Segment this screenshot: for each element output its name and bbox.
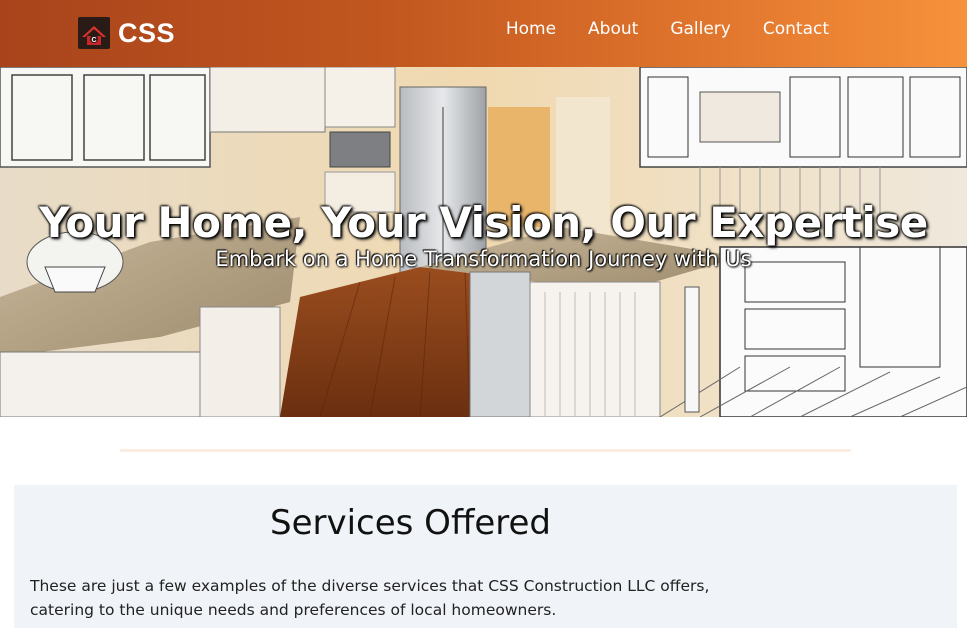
hero-banner: Your Home, Your Vision, Our Expertise Em… [0, 67, 967, 417]
nav-gallery-link[interactable]: Gallery [670, 17, 731, 41]
main-nav: Home About Gallery Contact [474, 17, 829, 41]
brand-name: CSS [118, 18, 176, 48]
services-description: These are just a few examples of the div… [30, 577, 710, 619]
navbar: C CSS Home About Gallery Contact [0, 0, 967, 67]
nav-home-link[interactable]: Home [506, 17, 556, 41]
nav-contact-link[interactable]: Contact [763, 17, 829, 41]
hero-subtitle: Embark on a Home Transformation Journey … [215, 247, 752, 271]
hero-title: Your Home, Your Vision, Our Expertise [39, 198, 928, 247]
logo[interactable]: C CSS [78, 17, 175, 49]
services-section: Services Offered These are just a few ex… [14, 485, 957, 628]
services-heading: Services Offered [270, 503, 552, 543]
section-divider [120, 449, 851, 452]
logo-icon: C [78, 17, 110, 49]
nav-about-link[interactable]: About [588, 17, 638, 41]
logo-letter: C [91, 37, 96, 44]
